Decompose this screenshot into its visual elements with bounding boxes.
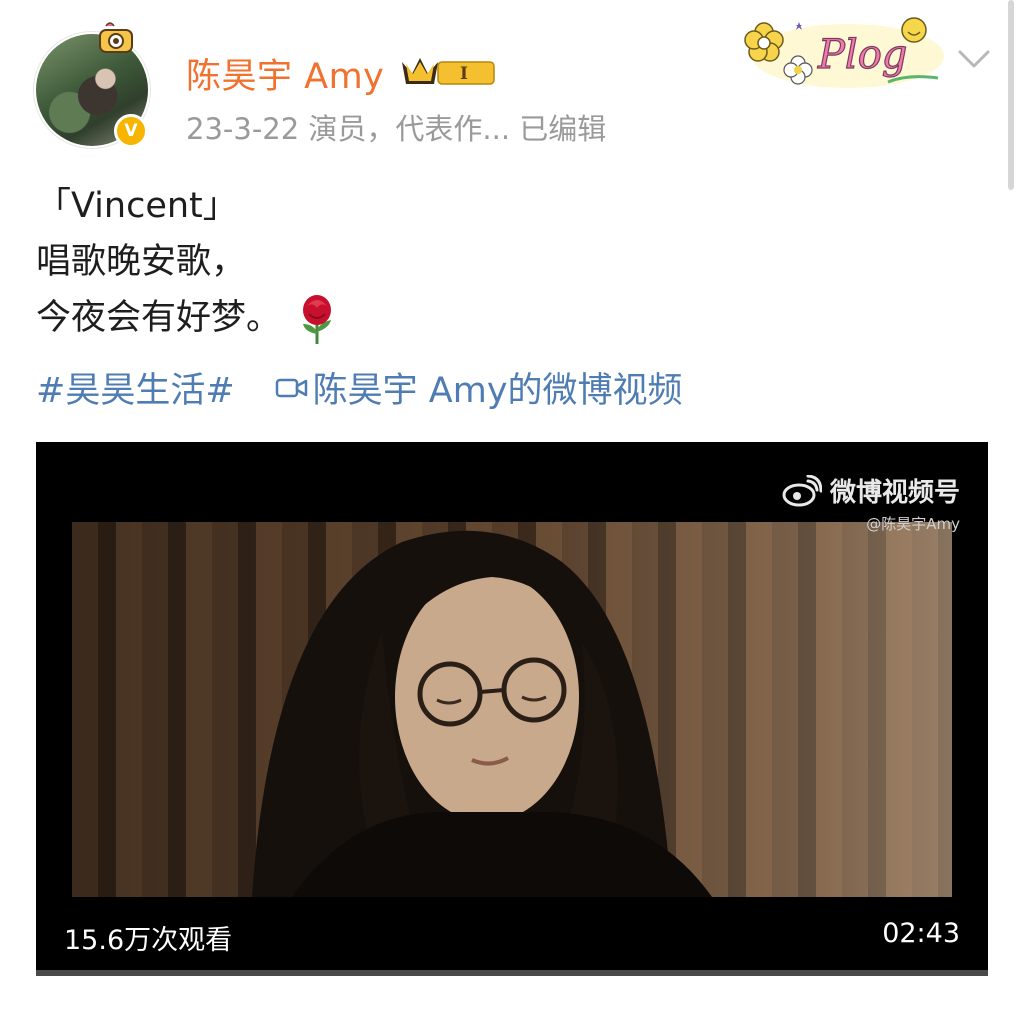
video-watermark: 微博视频号 @陈昊宇Amy — [782, 472, 960, 534]
post-line: 「Vincent」 — [36, 186, 238, 226]
video-player[interactable]: 微博视频号 @陈昊宇Amy 15.6万次观看 02:43 — [36, 442, 988, 976]
view-count: 15.6万次观看 — [64, 925, 233, 956]
plog-sticker-icon: Plog — [744, 17, 944, 88]
svg-text:I: I — [460, 64, 468, 84]
rose-emoji-icon — [303, 295, 332, 344]
watermark-handle: @陈昊宇Amy — [866, 515, 960, 533]
tags-row: #昊昊生活# 陈昊宇 Amy的微博视频 — [36, 362, 683, 413]
scrollbar[interactable] — [1008, 0, 1014, 190]
watermark-title: 微博视频号 — [829, 478, 960, 508]
hashtag-link[interactable]: #昊昊生活# — [36, 362, 235, 413]
svg-text:Plog: Plog — [817, 32, 907, 78]
level-crown-icon[interactable]: I — [398, 52, 502, 90]
weibo-logo-icon — [782, 474, 822, 506]
video-link[interactable]: 陈昊宇 Amy的微博视频 — [275, 362, 683, 413]
username[interactable]: 陈昊宇 Amy — [186, 48, 384, 99]
camera-sticker-icon — [99, 22, 133, 53]
post-meta: 23-3-22 演员，代表作... 已编辑 — [186, 112, 607, 146]
video-duration: 02:43 — [882, 918, 960, 949]
video-person-image — [252, 530, 712, 897]
video-link-label: 陈昊宇 Amy的微博视频 — [312, 371, 683, 411]
chevron-down-icon[interactable] — [956, 44, 992, 72]
post-line-text: 今夜会有好梦。 — [36, 298, 282, 338]
post-line-last: 今夜会有好梦。 — [36, 290, 341, 346]
video-camera-icon — [275, 378, 307, 397]
post-line: 唱歌晚安歌， — [36, 242, 247, 282]
verified-icon: V — [114, 114, 148, 148]
video-progress-bar[interactable] — [36, 970, 988, 976]
video-frame[interactable] — [72, 522, 952, 897]
post-content: 「Vincent」 唱歌晚安歌， 今夜会有好梦。 — [36, 178, 341, 346]
